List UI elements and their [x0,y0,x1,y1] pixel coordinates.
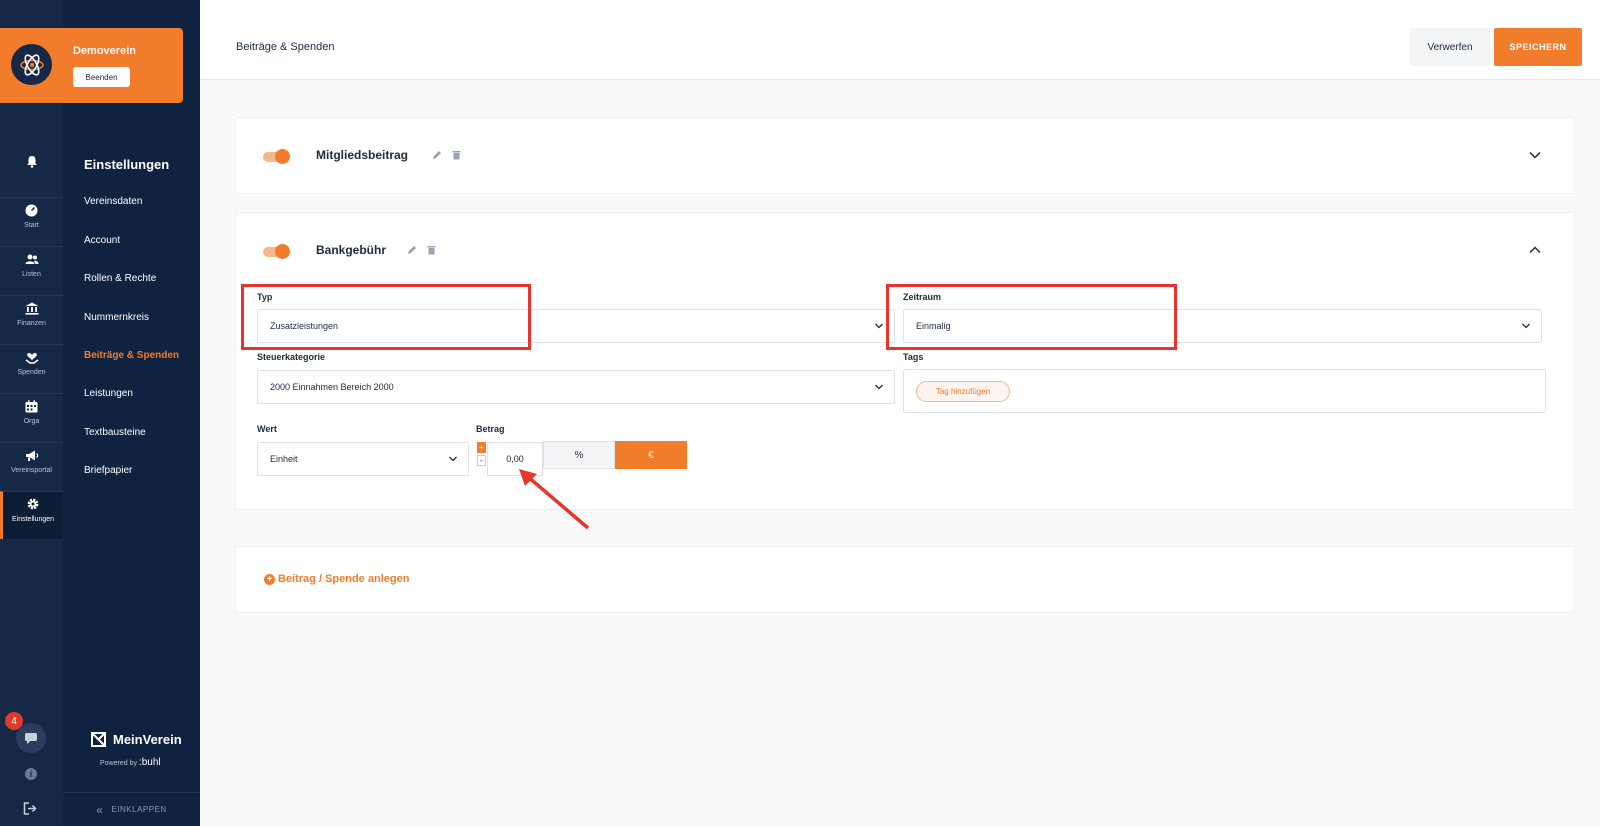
plus-circle-icon: + [264,573,275,585]
chevron-down-icon [875,323,883,329]
collapse-sidebar-button[interactable]: « EINKLAPPEN [63,792,200,826]
chevron-down-icon [449,456,457,462]
powered-by: Powered by :buhl [100,757,161,768]
powered-by-brand: :buhl [138,757,161,768]
steuerkategorie-label: Steuerkategorie [257,352,326,362]
trash-icon[interactable] [452,150,462,160]
wert-label: Wert [257,424,277,434]
rail-item-vereinsportal[interactable]: Vereinsportal [0,442,63,488]
rail-label: Spenden [17,369,46,376]
rail-label: Orga [23,418,40,425]
nav-rollen-rechte[interactable]: Rollen & Rechte [84,273,156,284]
app-logo[interactable] [11,44,52,85]
rail-item-listen[interactable]: Listen [0,246,63,292]
nav-textbausteine[interactable]: Textbausteine [84,427,146,438]
unit-percent-button[interactable]: % [543,441,615,469]
rail-item-einstellungen[interactable]: Einstellungen [0,491,63,539]
amount-stepper: + - [477,442,486,466]
chat-button[interactable] [16,723,46,753]
gear-icon [25,496,41,512]
donation-icon [24,349,40,365]
active-toggle[interactable] [263,244,290,259]
unit-euro-button[interactable]: € [615,441,687,469]
meinverein-logo-icon [91,732,106,747]
rail-label: Vereinsportal [11,467,52,474]
top-bar: Beiträge & Spenden Verwerfen SPEICHERN [200,0,1600,80]
brand-name: MeinVerein [113,732,182,747]
notification-badge: 4 [5,712,23,730]
chevron-down-icon [1522,323,1530,329]
trash-icon[interactable] [427,245,437,255]
highlight-box-zeitraum [886,284,1177,350]
nav-nummernkreis[interactable]: Nummernkreis [84,312,149,323]
nav-leistungen[interactable]: Leistungen [84,388,133,399]
add-fee-card [235,546,1575,613]
megaphone-icon [24,447,40,463]
logout-icon[interactable] [23,802,37,818]
fee-title: Mitgliedsbeitrag [316,148,409,162]
steuerkategorie-value: 2000 Einnahmen Bereich 2000 [270,382,394,392]
add-tag-button[interactable]: Tag hinzufügen [916,381,1010,402]
dashboard-icon [24,202,40,218]
decrement-button[interactable]: - [477,455,486,466]
nav-briefpapier[interactable]: Briefpapier [84,465,132,476]
bank-icon [24,300,40,316]
tags-label: Tags [903,352,924,362]
fee-title: Bankgebühr [316,243,387,257]
org-name: Demoverein [73,45,136,57]
org-card: Demoverein Beenden [63,28,183,103]
end-session-button[interactable]: Beenden [73,67,130,87]
steuerkategorie-select[interactable]: 2000 Einnahmen Bereich 2000 [257,370,895,404]
collapse-label: EINKLAPPEN [111,805,167,814]
bell-icon[interactable] [0,155,63,171]
chevron-up-icon[interactable] [1528,243,1542,257]
rail-label: Start [24,222,39,229]
nav-vereinsdaten[interactable]: Vereinsdaten [84,196,142,207]
increment-button[interactable]: + [477,442,486,453]
discard-button[interactable]: Verwerfen [1410,28,1490,66]
rail-label: Einstellungen [11,516,55,523]
save-button[interactable]: SPEICHERN [1494,28,1582,66]
info-icon[interactable]: i [25,768,37,780]
atom-logo-icon [19,53,44,76]
rail-item-orga[interactable]: Orga [0,393,63,439]
nav-account[interactable]: Account [84,235,120,246]
add-fee-link[interactable]: + Beitrag / Spende anlegen [264,573,409,585]
rail-label: Listen [22,271,41,278]
powered-by-label: Powered by [100,760,137,767]
rail-label: Finanzen [17,320,46,327]
nav-beitraege-spenden[interactable]: Beiträge & Spenden [84,350,179,361]
rail-item-spenden[interactable]: Spenden [0,344,63,390]
users-icon [24,251,40,267]
calendar-icon [24,398,40,414]
page-title: Beiträge & Spenden [236,41,335,53]
rail-item-finanzen[interactable]: Finanzen [0,295,63,341]
chevron-down-icon [875,384,883,390]
highlight-box-typ [241,284,531,350]
edit-icon[interactable] [407,245,417,255]
chevron-down-icon[interactable] [1528,148,1542,162]
chat-icon [25,732,37,744]
add-fee-label: Beitrag / Spende anlegen [278,573,410,585]
betrag-label: Betrag [476,424,505,434]
annotation-arrow [519,469,590,530]
settings-title: Einstellungen [84,157,170,172]
edit-icon[interactable] [432,150,442,160]
brand-logo: MeinVerein [90,731,182,748]
wert-select[interactable]: Einheit [257,442,469,476]
rail-item-start[interactable]: Start [0,197,63,243]
double-chevron-left-icon: « [96,802,104,817]
wert-value: Einheit [270,454,298,464]
active-toggle[interactable] [263,149,290,164]
settings-sidebar [63,0,200,826]
